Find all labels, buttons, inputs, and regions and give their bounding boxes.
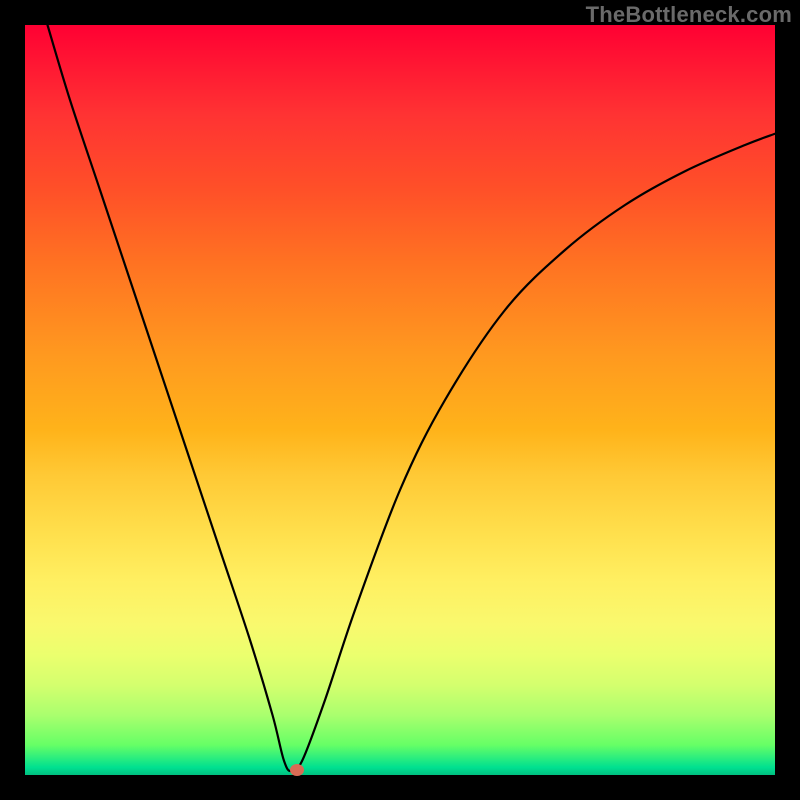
bottleneck-curve [25,25,775,775]
plot-area [25,25,775,775]
chart-frame: TheBottleneck.com [0,0,800,800]
minimum-marker [290,764,304,776]
watermark-text: TheBottleneck.com [586,2,792,28]
